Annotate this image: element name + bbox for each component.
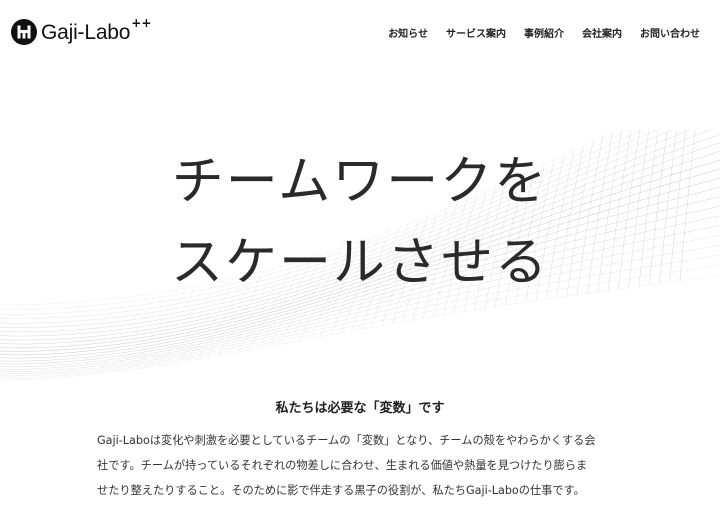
intro-line-1: Gaji-Laboは変化や刺激を必要としているチームの「変数」となり、チームの殻… bbox=[97, 434, 596, 447]
nav-item-news[interactable]: お知らせ bbox=[388, 25, 428, 40]
logo-plus-mark: ++ bbox=[131, 16, 152, 30]
nav-item-works[interactable]: 事例紹介 bbox=[524, 25, 564, 40]
hero-headline-line-2: スケールさせる bbox=[170, 233, 549, 293]
logo-mark-icon bbox=[11, 19, 37, 45]
intro-heading: 私たちは必要な「変数」です bbox=[275, 400, 445, 416]
intro-line-3: せたり整えたりすること。そのために影で伴走する黒子の役割が、私たちGaji-La… bbox=[97, 484, 585, 497]
nav-item-contact[interactable]: お問い合わせ bbox=[640, 25, 700, 40]
site-header: Gaji-Labo ++ お知らせ サービス案内 事例紹介 会社案内 お問い合わ… bbox=[0, 0, 720, 64]
global-nav: お知らせ サービス案内 事例紹介 会社案内 お問い合わせ bbox=[388, 25, 700, 40]
nav-item-services[interactable]: サービス案内 bbox=[446, 25, 506, 40]
logo[interactable]: Gaji-Labo ++ bbox=[11, 16, 152, 47]
intro-paragraph: Gaji-Laboは変化や刺激を必要としているチームの「変数」となり、チームの殻… bbox=[97, 428, 632, 503]
nav-item-company[interactable]: 会社案内 bbox=[582, 25, 622, 40]
hero-headline-line-1: チームワークを bbox=[171, 152, 549, 212]
logo-text: Gaji-Labo bbox=[41, 20, 131, 44]
intro-line-2: 社です。チームが持っているそれぞれの物差しに合わせ、生まれる価値や熱量を見つけた… bbox=[97, 459, 588, 472]
